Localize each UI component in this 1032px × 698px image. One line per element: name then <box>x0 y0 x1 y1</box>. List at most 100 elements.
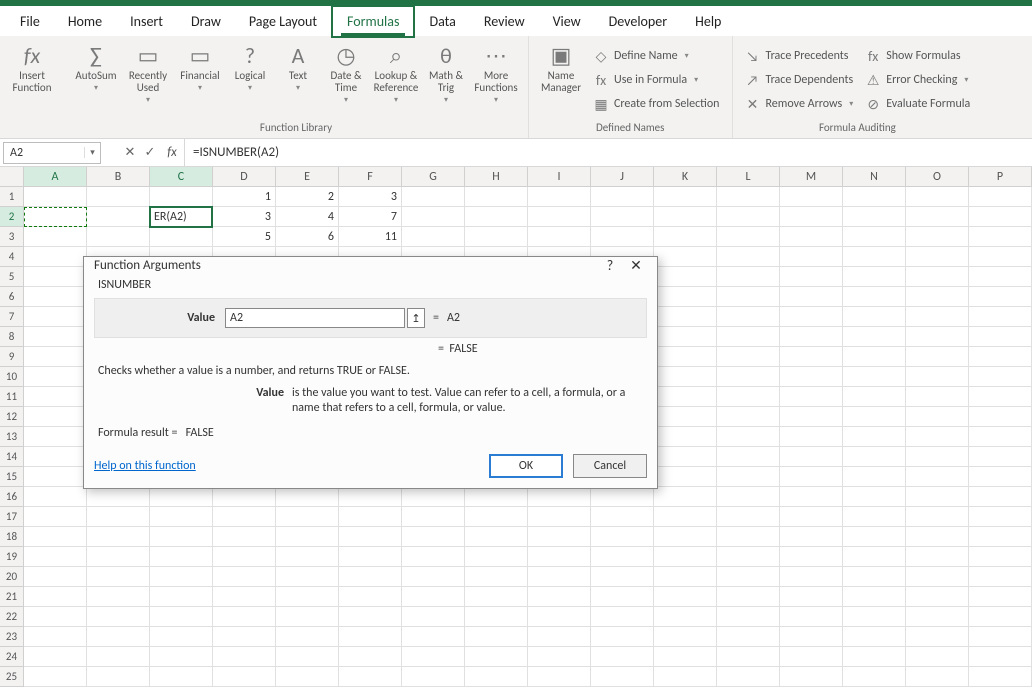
cell-K7[interactable] <box>654 307 717 327</box>
cell-N12[interactable] <box>843 407 906 427</box>
cell-M5[interactable] <box>780 267 843 287</box>
cell-P6[interactable] <box>969 287 1032 307</box>
row-header-23[interactable]: 23 <box>0 627 24 647</box>
cell-A11[interactable] <box>24 387 87 407</box>
cell-N4[interactable] <box>843 247 906 267</box>
help-on-function-link[interactable]: Help on this function <box>94 459 196 473</box>
cell-B16[interactable] <box>87 487 150 507</box>
cell-M15[interactable] <box>780 467 843 487</box>
cell-O16[interactable] <box>906 487 969 507</box>
cell-O11[interactable] <box>906 387 969 407</box>
column-header-B[interactable]: B <box>87 167 150 186</box>
cell-P23[interactable] <box>969 627 1032 647</box>
cell-E2[interactable]: 4 <box>276 207 339 227</box>
cell-N23[interactable] <box>843 627 906 647</box>
cell-D2[interactable]: 3 <box>213 207 276 227</box>
cell-D17[interactable] <box>213 507 276 527</box>
cell-A20[interactable] <box>24 567 87 587</box>
cell-O14[interactable] <box>906 447 969 467</box>
column-header-O[interactable]: O <box>906 167 969 186</box>
cell-L9[interactable] <box>717 347 780 367</box>
cell-O8[interactable] <box>906 327 969 347</box>
cell-H1[interactable] <box>465 187 528 207</box>
cell-I2[interactable] <box>528 207 591 227</box>
cell-P9[interactable] <box>969 347 1032 367</box>
cell-N16[interactable] <box>843 487 906 507</box>
menu-home[interactable]: Home <box>54 7 116 36</box>
cell-M2[interactable] <box>780 207 843 227</box>
cell-G17[interactable] <box>402 507 465 527</box>
cell-A8[interactable] <box>24 327 87 347</box>
cell-P2[interactable] <box>969 207 1032 227</box>
cell-N3[interactable] <box>843 227 906 247</box>
cell-M3[interactable] <box>780 227 843 247</box>
cell-L17[interactable] <box>717 507 780 527</box>
cell-K25[interactable] <box>654 667 717 687</box>
cell-O2[interactable] <box>906 207 969 227</box>
show-formulas-button[interactable]: fxShow Formulas <box>865 45 970 67</box>
cell-A15[interactable] <box>24 467 87 487</box>
cell-L23[interactable] <box>717 627 780 647</box>
cell-C1[interactable] <box>150 187 213 207</box>
cell-I23[interactable] <box>528 627 591 647</box>
cell-M13[interactable] <box>780 427 843 447</box>
lookup-ref-button[interactable]: ⌕ Lookup & Reference ▾ <box>370 38 422 118</box>
row-header-7[interactable]: 7 <box>0 307 24 327</box>
cell-M19[interactable] <box>780 547 843 567</box>
cell-I1[interactable] <box>528 187 591 207</box>
row-header-9[interactable]: 9 <box>0 347 24 367</box>
cell-E20[interactable] <box>276 567 339 587</box>
row-header-2[interactable]: 2 <box>0 207 24 227</box>
cell-F17[interactable] <box>339 507 402 527</box>
financial-button[interactable]: ▭ Financial ▾ <box>174 38 226 118</box>
menu-view[interactable]: View <box>539 7 595 36</box>
cell-E16[interactable] <box>276 487 339 507</box>
cell-K15[interactable] <box>654 467 717 487</box>
cell-E3[interactable]: 6 <box>276 227 339 247</box>
menu-page-layout[interactable]: Page Layout <box>235 7 331 36</box>
cell-N8[interactable] <box>843 327 906 347</box>
cell-M25[interactable] <box>780 667 843 687</box>
cell-B23[interactable] <box>87 627 150 647</box>
cell-I3[interactable] <box>528 227 591 247</box>
cell-L2[interactable] <box>717 207 780 227</box>
menu-developer[interactable]: Developer <box>595 7 681 36</box>
cell-L13[interactable] <box>717 427 780 447</box>
cancel-button[interactable]: Cancel <box>573 454 647 478</box>
cell-G23[interactable] <box>402 627 465 647</box>
cell-A22[interactable] <box>24 607 87 627</box>
cell-O24[interactable] <box>906 647 969 667</box>
cell-E23[interactable] <box>276 627 339 647</box>
menu-formulas[interactable]: Formulas <box>331 5 415 38</box>
cell-J17[interactable] <box>591 507 654 527</box>
cell-G19[interactable] <box>402 547 465 567</box>
row-header-20[interactable]: 20 <box>0 567 24 587</box>
cell-M10[interactable] <box>780 367 843 387</box>
cell-B3[interactable] <box>87 227 150 247</box>
cell-O25[interactable] <box>906 667 969 687</box>
cell-N21[interactable] <box>843 587 906 607</box>
cell-D22[interactable] <box>213 607 276 627</box>
cell-C21[interactable] <box>150 587 213 607</box>
trace-dependents-button[interactable]: ↗Trace Dependents <box>745 69 854 91</box>
column-header-K[interactable]: K <box>654 167 717 186</box>
cell-P22[interactable] <box>969 607 1032 627</box>
cell-O10[interactable] <box>906 367 969 387</box>
cell-O18[interactable] <box>906 527 969 547</box>
text-button[interactable]: A Text ▾ <box>274 38 322 118</box>
cell-F22[interactable] <box>339 607 402 627</box>
cell-F19[interactable] <box>339 547 402 567</box>
cell-K5[interactable] <box>654 267 717 287</box>
cell-P5[interactable] <box>969 267 1032 287</box>
cell-K11[interactable] <box>654 387 717 407</box>
cell-L22[interactable] <box>717 607 780 627</box>
menu-help[interactable]: Help <box>681 7 735 36</box>
cell-P10[interactable] <box>969 367 1032 387</box>
row-header-8[interactable]: 8 <box>0 327 24 347</box>
cell-A23[interactable] <box>24 627 87 647</box>
row-header-25[interactable]: 25 <box>0 667 24 687</box>
cell-N11[interactable] <box>843 387 906 407</box>
row-header-21[interactable]: 21 <box>0 587 24 607</box>
row-header-17[interactable]: 17 <box>0 507 24 527</box>
cell-J25[interactable] <box>591 667 654 687</box>
